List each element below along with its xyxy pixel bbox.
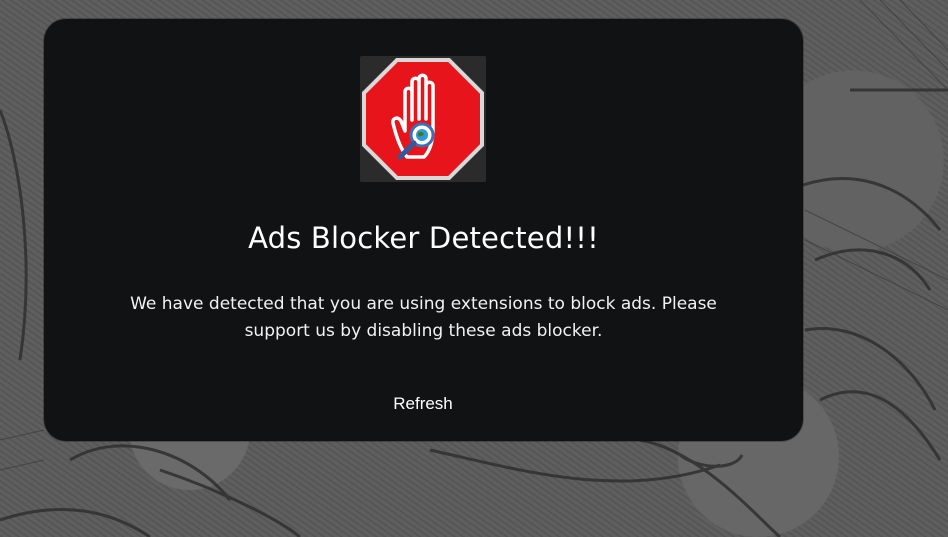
stop-hand-icon (362, 58, 484, 180)
stop-hand-badge (360, 56, 486, 182)
modal-title: Ads Blocker Detected!!! (248, 221, 599, 255)
refresh-button[interactable]: Refresh (362, 387, 484, 419)
modal-message: We have detected that you are using exte… (130, 294, 717, 341)
adblock-modal: Ads Blocker Detected!!! We have detected… (44, 19, 803, 441)
